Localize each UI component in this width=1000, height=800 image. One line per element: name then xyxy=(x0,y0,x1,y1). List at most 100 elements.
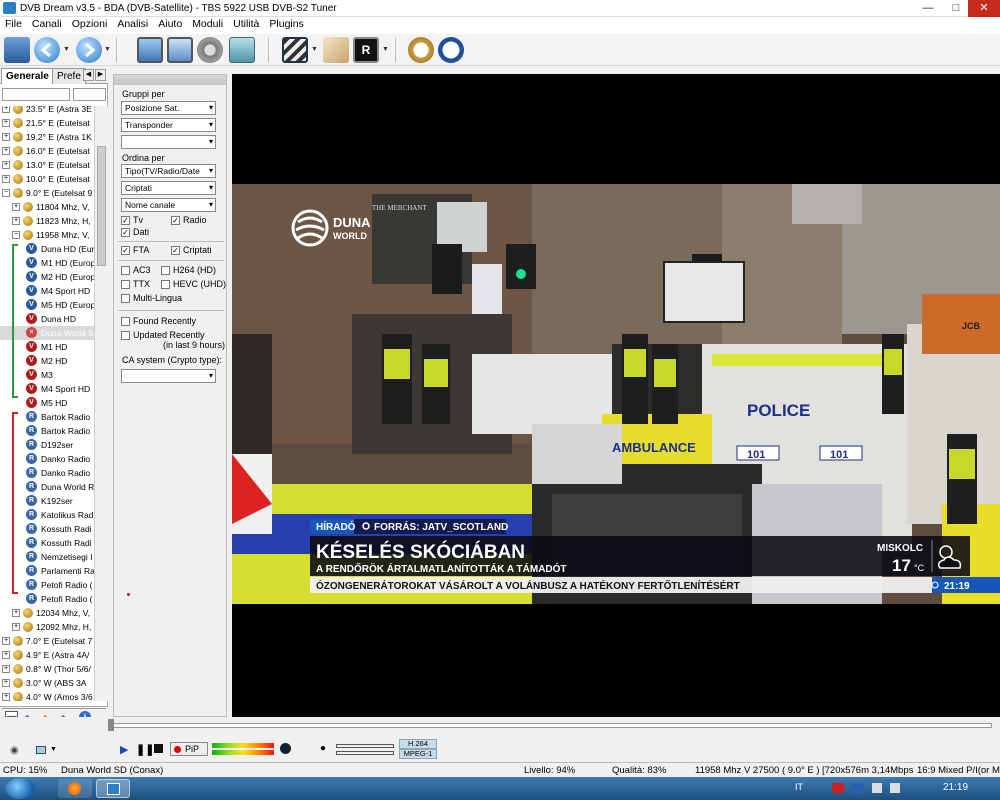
pause-icon[interactable]: ❚❚ xyxy=(136,743,154,756)
epg-icon[interactable] xyxy=(167,37,193,63)
expand-icon[interactable]: + xyxy=(2,175,10,183)
channel-list-icon[interactable] xyxy=(4,37,30,63)
taskbar-firefox[interactable] xyxy=(58,779,92,798)
multilingua-checkbox[interactable] xyxy=(121,294,130,303)
search-input[interactable] xyxy=(2,88,70,101)
data-checkbox[interactable]: ✓ xyxy=(121,228,130,237)
expand-icon[interactable]: + xyxy=(2,651,10,659)
ac3-checkbox[interactable] xyxy=(121,266,130,275)
tree-satellite[interactable]: +10.0° E (Eutelsat xyxy=(0,172,94,186)
ttx-checkbox[interactable] xyxy=(121,280,130,289)
stop-icon[interactable] xyxy=(154,744,163,753)
expand-icon[interactable]: + xyxy=(12,217,20,225)
expand-icon[interactable]: + xyxy=(2,637,10,645)
expand-icon[interactable]: + xyxy=(2,106,10,113)
tree-transponder[interactable]: − 11958 Mhz, V, xyxy=(0,228,94,242)
maximize-button[interactable]: □ xyxy=(942,0,970,17)
settings-gear-icon[interactable] xyxy=(197,37,223,63)
forward-dropdown-icon[interactable]: ▼ xyxy=(104,46,111,53)
tree-channel[interactable]: V M5 HD xyxy=(0,396,94,410)
tree-satellite[interactable]: +0.8° W (Thor 5/6/ xyxy=(0,662,94,676)
group-select-2[interactable]: Transponder xyxy=(121,118,216,132)
group-select-3[interactable] xyxy=(121,135,216,149)
balance-slider[interactable] xyxy=(336,751,394,755)
tree-channel[interactable]: R Petofi Radio ( xyxy=(0,592,94,606)
found-recently-checkbox[interactable] xyxy=(121,317,130,326)
tree-scrollbar[interactable] xyxy=(94,106,108,701)
volume-icon[interactable]: ● xyxy=(320,743,326,754)
crypted-checkbox[interactable]: ✓ xyxy=(171,246,180,255)
time-zone-icon[interactable] xyxy=(438,37,464,63)
expand-icon[interactable]: + xyxy=(2,665,10,673)
tree-satellite[interactable]: +21.5° E (Eutelsat xyxy=(0,116,94,130)
tab-preferiti[interactable]: Prefe xyxy=(52,68,86,84)
seek-thumb[interactable] xyxy=(108,719,114,731)
menu-file[interactable]: File xyxy=(0,17,27,32)
screen-size-dropdown-icon[interactable]: ▼ xyxy=(50,746,57,753)
screen-icon[interactable] xyxy=(137,37,163,63)
expand-icon[interactable]: + xyxy=(2,147,10,155)
record-dropdown-icon[interactable]: ▼ xyxy=(311,46,318,53)
back-icon[interactable] xyxy=(34,37,60,63)
forward-icon[interactable] xyxy=(76,37,102,63)
expand-icon[interactable]: + xyxy=(12,623,20,631)
expand-icon[interactable]: + xyxy=(2,133,10,141)
ca-system-select[interactable] xyxy=(121,369,216,383)
menu-moduli[interactable]: Moduli xyxy=(187,17,228,32)
snapshot-icon[interactable]: ◉ xyxy=(10,745,19,756)
tree-satellite[interactable]: +23.5° E (Astra 3E xyxy=(0,106,94,116)
fta-checkbox[interactable]: ✓ xyxy=(121,246,130,255)
scroll-icon[interactable] xyxy=(323,37,349,63)
clapperboard-icon[interactable] xyxy=(282,37,308,63)
tree-satellite[interactable]: +19.2° E (Astra 1K xyxy=(0,130,94,144)
tab-scroll-right-icon[interactable]: ▶ xyxy=(95,69,106,81)
menu-canali[interactable]: Canali xyxy=(27,17,67,32)
tray-app-icon[interactable] xyxy=(852,783,864,793)
map-icon[interactable] xyxy=(229,37,255,63)
tree-transponder[interactable]: +12092 Mhz, H, xyxy=(0,620,94,634)
remote-icon[interactable]: R xyxy=(353,37,379,63)
video-area[interactable]: POLICE AMBULANCE 101 101 THE MERCHANT JC… xyxy=(232,74,1000,717)
sort-select-2[interactable]: Criptati xyxy=(121,181,216,195)
expand-icon[interactable]: + xyxy=(2,679,10,687)
expand-icon[interactable]: + xyxy=(12,609,20,617)
screen-size-icon[interactable] xyxy=(36,746,46,754)
menu-plugins[interactable]: Plugins xyxy=(264,17,308,32)
play-icon[interactable]: ▶ xyxy=(120,743,128,756)
tree-satellite[interactable]: − 9.0° E (Eutelsat 9 xyxy=(0,186,94,200)
tray-network-icon[interactable] xyxy=(872,783,882,793)
filter-input[interactable] xyxy=(73,88,106,101)
tree-transponder[interactable]: +12034 Mhz, V, xyxy=(0,606,94,620)
radio-checkbox[interactable]: ✓ xyxy=(171,216,180,225)
expand-icon[interactable]: − xyxy=(2,189,10,197)
menu-opzioni[interactable]: Opzioni xyxy=(67,17,113,32)
menu-aiuto[interactable]: Aiuto xyxy=(153,17,187,32)
start-button[interactable] xyxy=(5,778,35,799)
taskbar-dvbdream[interactable] xyxy=(96,779,130,798)
tree-satellite[interactable]: +4.9° E (Astra 4A/ xyxy=(0,648,94,662)
scrollbar-thumb[interactable] xyxy=(97,146,106,266)
sort-select-3[interactable]: Nome canale xyxy=(121,198,216,212)
hevc-checkbox[interactable] xyxy=(161,280,170,289)
back-dropdown-icon[interactable]: ▼ xyxy=(63,46,70,53)
tree-satellite[interactable]: +13.0° E (Eutelsat xyxy=(0,158,94,172)
pip-button[interactable]: PiP xyxy=(170,742,208,756)
group-select-1[interactable]: Posizione Sat. xyxy=(121,101,216,115)
expand-icon[interactable]: + xyxy=(12,203,20,211)
tab-scroll-left-icon[interactable]: ◀ xyxy=(83,69,94,81)
timer-clock-icon[interactable] xyxy=(408,37,434,63)
expand-icon[interactable]: + xyxy=(2,693,10,701)
minimize-button[interactable]: — xyxy=(914,0,942,17)
tree-transponder[interactable]: +11804 Mhz, V, xyxy=(0,200,94,214)
expand-icon[interactable]: + xyxy=(2,161,10,169)
sort-select-1[interactable]: Tipo(TV/Radio/Date xyxy=(121,164,216,178)
language-indicator[interactable]: IT xyxy=(795,782,803,792)
menu-utilita[interactable]: Utilità xyxy=(228,17,264,32)
seek-bar[interactable] xyxy=(112,723,992,728)
tree-transponder[interactable]: +11823 Mhz, H, xyxy=(0,214,94,228)
menu-analisi[interactable]: Analisi xyxy=(112,17,153,32)
tree-satellite[interactable]: +16.0° E (Eutelsat xyxy=(0,144,94,158)
tv-checkbox[interactable]: ✓ xyxy=(121,216,130,225)
expand-icon[interactable]: − xyxy=(12,231,20,239)
remote-dropdown-icon[interactable]: ▼ xyxy=(382,46,389,53)
